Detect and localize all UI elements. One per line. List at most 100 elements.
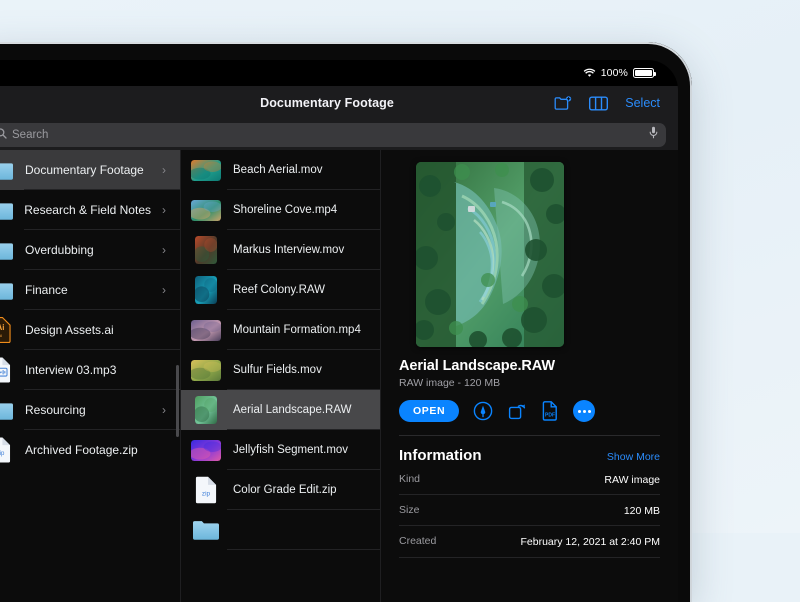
navigation-bar: Documentary Footage Select (0, 86, 678, 120)
browser-columns: Documentary Footage›Research & Field Not… (0, 150, 678, 602)
preview-thumbnail[interactable] (416, 162, 564, 347)
zip-file-icon: zip (189, 476, 223, 504)
information-row-value: 120 MB (624, 504, 660, 518)
file-list-item-sulfur-fields-mov[interactable]: Sulfur Fields.mov (181, 350, 380, 390)
folder-icon (0, 200, 13, 220)
information-row-key: Size (399, 504, 419, 516)
sidebar-list: Documentary Footage›Research & Field Not… (0, 150, 180, 470)
sidebar-item-design-assets-ai[interactable]: AiAI Design Assets.ai (0, 310, 180, 350)
sidebar-item-interview-03-mp3[interactable]: Interview 03.mp3 (0, 350, 180, 390)
file-list-item-aerial-landscape-raw[interactable]: Aerial Landscape.RAW (181, 390, 380, 430)
file-list-item-label: Color Grade Edit.zip (233, 484, 337, 496)
file-list-item-label: Shoreline Cove.mp4 (233, 204, 337, 216)
image-thumbnail (189, 236, 223, 264)
chevron-right-icon: › (162, 203, 166, 217)
wifi-icon (583, 68, 596, 78)
pdf-file-icon[interactable]: PDF (541, 401, 559, 421)
file-list: Beach Aerial.mov Shoreline Cove.mp4 Markus… (181, 150, 380, 550)
folder-icon (189, 520, 223, 540)
sidebar-item-label: Design Assets.ai (25, 323, 170, 337)
file-list-item-jellyfish-segment-mov[interactable]: Jellyfish Segment.mov (181, 430, 380, 470)
image-thumbnail (189, 160, 223, 181)
file-list-item-label: Mountain Formation.mp4 (233, 324, 361, 336)
new-folder-icon[interactable] (554, 96, 572, 111)
navbar-actions: Select (554, 96, 660, 111)
file-list-item-partial[interactable] (181, 510, 380, 550)
file-list-item-label: Reef Colony.RAW (233, 284, 325, 296)
detail-panel: Aerial Landscape.RAW RAW image - 120 MB … (381, 150, 678, 602)
search-icon (0, 126, 7, 144)
show-more-button[interactable]: Show More (607, 451, 660, 463)
file-list-item-shoreline-cove-mp4[interactable]: Shoreline Cove.mp4 (181, 190, 380, 230)
sidebar-column: Documentary Footage›Research & Field Not… (0, 150, 181, 602)
file-list-column: Beach Aerial.mov Shoreline Cove.mp4 Markus… (181, 150, 381, 602)
sidebar-item-label: Research & Field Notes (24, 203, 151, 217)
svg-text:zip: zip (0, 451, 4, 457)
detail-divider (399, 435, 660, 436)
microphone-icon[interactable] (649, 126, 658, 144)
illustrator-file-icon: AiAI (0, 317, 14, 343)
device-screen: 100% Documentary Footage (0, 60, 678, 602)
search-input[interactable]: Search (0, 123, 666, 147)
file-list-item-color-grade-edit-zip[interactable]: zip Color Grade Edit.zip (181, 470, 380, 510)
file-list-item-label: Beach Aerial.mov (233, 164, 323, 176)
information-row-value: February 12, 2021 at 2:40 PM (521, 535, 661, 549)
sidebar-item-label: Interview 03.mp3 (25, 363, 170, 377)
select-button[interactable]: Select (625, 96, 660, 110)
image-thumbnail (189, 440, 223, 461)
information-rows: Kind RAW image Size 120 MB CreatedFebruary 1… (399, 464, 660, 558)
file-list-item-label: Sulfur Fields.mov (233, 364, 322, 376)
information-row-value: RAW image (604, 473, 660, 487)
folder-icon (0, 400, 14, 420)
chevron-right-icon: › (162, 243, 166, 257)
image-thumbnail (189, 360, 223, 381)
chevron-right-icon: › (162, 283, 166, 297)
sidebar-item-label: Finance (25, 283, 151, 297)
rotate-icon[interactable] (507, 401, 527, 421)
sidebar-item-documentary-footage[interactable]: Documentary Footage › (0, 150, 180, 190)
file-list-item-label: Markus Interview.mov (233, 244, 344, 256)
information-header: Information Show More (399, 447, 660, 464)
zip-file-icon: zip (0, 437, 14, 463)
sidebar-item-resourcing[interactable]: Resourcing› (0, 390, 180, 430)
chevron-right-icon: › (162, 403, 166, 417)
chevron-right-icon: › (162, 163, 166, 177)
file-list-item-mountain-formation-mp4[interactable]: Mountain Formation.mp4 (181, 310, 380, 350)
battery-icon (633, 68, 654, 78)
search-placeholder-text: Search (12, 129, 644, 141)
audio-file-icon (0, 357, 14, 383)
column-view-icon[interactable] (589, 96, 608, 111)
row-divider (227, 549, 380, 550)
sidebar-item-overdubbing[interactable]: Overdubbing › (0, 230, 180, 270)
battery-percent-label: 100% (601, 67, 628, 79)
sidebar-item-archived-footage-zip[interactable]: zipArchived Footage.zip (0, 430, 180, 470)
file-list-item-markus-interview-mov[interactable]: Markus Interview.mov (181, 230, 380, 270)
folder-icon (0, 280, 14, 300)
more-ellipsis-icon[interactable] (573, 400, 595, 422)
tablet-device: 100% Documentary Footage (0, 42, 692, 602)
image-thumbnail (189, 276, 223, 304)
detail-file-subtitle: RAW image - 120 MB (399, 377, 660, 389)
information-row-size: Size 120 MB (399, 495, 660, 526)
file-list-item-label: Aerial Landscape.RAW (233, 404, 351, 416)
detail-file-title: Aerial Landscape.RAW (399, 358, 660, 374)
image-thumbnail (189, 320, 223, 341)
markup-pen-icon[interactable] (473, 401, 493, 421)
svg-text:AI: AI (0, 333, 2, 338)
svg-text:PDF: PDF (545, 413, 555, 419)
information-row-key: Kind (399, 473, 420, 485)
information-title: Information (399, 447, 482, 464)
sidebar-item-finance[interactable]: Finance › (0, 270, 180, 310)
image-thumbnail (189, 396, 223, 424)
file-list-item-reef-colony-raw[interactable]: Reef Colony.RAW (181, 270, 380, 310)
open-button[interactable]: OPEN (399, 400, 459, 422)
sidebar-item-research-field-notes[interactable]: Research & Field Notes › (0, 190, 180, 230)
detail-action-row: OPEN (399, 400, 660, 422)
file-list-item-beach-aerial-mov[interactable]: Beach Aerial.mov (181, 150, 380, 190)
svg-text:Ai: Ai (0, 323, 4, 332)
sidebar-item-label: Overdubbing (25, 243, 151, 257)
sidebar-scrollbar[interactable] (176, 365, 179, 437)
status-bar: 100% (0, 60, 678, 86)
information-row-created: CreatedFebruary 12, 2021 at 2:40 PM (399, 526, 660, 557)
sidebar-item-label: Documentary Footage (25, 163, 151, 177)
